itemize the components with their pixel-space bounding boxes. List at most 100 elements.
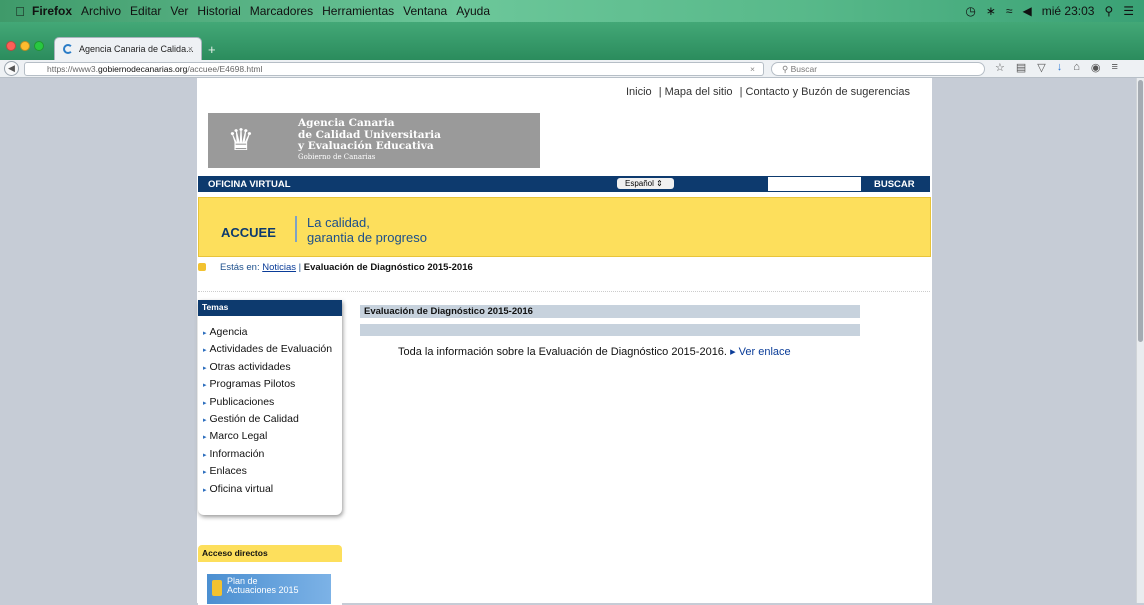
logo-line-1: Agencia Canaria (298, 117, 395, 129)
chat-icon[interactable]: ◉ (1091, 61, 1101, 74)
spotlight-icon[interactable]: ⚲ (1104, 4, 1113, 18)
menu-historial[interactable]: Historial (197, 4, 240, 18)
topics-sidebar: Temas ▸ Agencia ▸ Actividades de Evaluació… (198, 300, 342, 515)
logo-text: Agencia Canaria de Calidad Universitaria… (298, 117, 441, 153)
site-search-input[interactable] (768, 177, 861, 191)
sidebar-item-oficina[interactable]: ▸ Oficina virtual (203, 483, 342, 497)
bullet-icon: ▸ (203, 399, 207, 407)
browser-tab[interactable]: Agencia Canaria de Calida... × (54, 37, 202, 60)
book-icon (212, 580, 222, 596)
article-text: Toda la información sobre la Evaluación … (398, 346, 727, 358)
menu-herramientas[interactable]: Herramientas (322, 4, 394, 18)
page-scrollbar[interactable] (1136, 78, 1144, 603)
navigation-toolbar: ◀ https://www3. gobiernodecanarias.org/ac… (0, 60, 1144, 78)
bullet-icon: ▸ (203, 330, 207, 337)
sidebar-item-label: Agencia (209, 326, 248, 338)
url-clear-icon[interactable]: × (750, 64, 755, 74)
sidebar-item-informacion[interactable]: ▸ Información (203, 448, 342, 462)
sidebar-item-marco[interactable]: ▸ Marco Legal (203, 430, 342, 444)
language-value: Español (625, 179, 654, 188)
os-menu-bar:  Firefox Archivo Editar Ver Historial M… (0, 0, 1144, 22)
sidebar-item-label: Información (209, 447, 265, 460)
bookmark-star-icon[interactable]: ☆ (995, 61, 1005, 74)
ver-enlace-link[interactable]: ▸ Ver enlace (730, 346, 791, 358)
bullet-icon: ▸ (203, 416, 207, 424)
sidebar-item-agencia[interactable]: ▸ Agencia (203, 326, 342, 340)
breadcrumb-current: Evaluación de Diagnóstico 2015-2016 (303, 262, 473, 273)
url-path: /accuee/E4698.html (187, 64, 263, 74)
sidebar-item-label: Publicaciones (209, 395, 275, 408)
search-placeholder: Buscar (790, 64, 818, 74)
menu-ayuda[interactable]: Ayuda (456, 4, 490, 18)
header-bar: OFICINA VIRTUAL Español ⇕ BUSCAR (198, 176, 930, 192)
close-window-icon[interactable] (6, 41, 16, 51)
home-icon[interactable]: ⌂ (1073, 61, 1080, 74)
bullet-icon: ▸ (203, 451, 207, 459)
bluetooth-icon[interactable]: ∗ (986, 4, 996, 18)
dotted-divider (198, 291, 930, 292)
article-title: Evaluación de Diagnóstico 2015-2016 (360, 305, 860, 318)
browser-tools: ☆ ▤ ▽ ↓ ⌂ ◉ ≡ (995, 61, 1118, 74)
banner-divider (295, 216, 297, 242)
url-bar[interactable]: https://www3. gobiernodecanarias.org/accu… (24, 62, 764, 76)
menu-clock[interactable]: mié 23:03 (1042, 4, 1095, 18)
breadcrumb-prefix: Estás en: (220, 262, 260, 273)
sidebar-item-label: Gestión de Calidad (209, 412, 299, 425)
sidebar-item-publicaciones[interactable]: ▸ Publicaciones (203, 396, 342, 410)
apple-icon[interactable]:  (8, 4, 32, 19)
shortcuts-title: Acceso directos (198, 545, 342, 562)
slogan-banner: ACCUEE La calidad, garantia de progreso (198, 197, 931, 257)
scrollbar-thumb[interactable] (1138, 80, 1143, 342)
breadcrumb-arrow-icon (198, 263, 206, 271)
volume-icon[interactable]: ◀ (1023, 4, 1032, 18)
link-mapa-sitio[interactable]: | Mapa del sitio (659, 86, 733, 98)
bullet-icon: ▸ (203, 382, 207, 390)
new-tab-button[interactable]: + (208, 42, 216, 57)
link-label: Ver enlace (738, 346, 791, 358)
breadcrumb: Estás en: Noticias | Evaluación de Diagn… (198, 262, 473, 273)
sidebar-item-actividades[interactable]: ▸ Actividades de Evaluación (203, 343, 342, 357)
link-inicio[interactable]: Inicio (626, 86, 652, 98)
wifi-icon[interactable]: ≈ (1006, 4, 1013, 18)
reading-list-icon[interactable]: ▤ (1016, 61, 1026, 74)
search-field[interactable]: ⚲ Buscar (771, 62, 985, 76)
menu-archivo[interactable]: Archivo (81, 4, 121, 18)
zoom-window-icon[interactable] (34, 41, 44, 51)
tab-close-icon[interactable]: × (188, 44, 193, 54)
back-button[interactable]: ◀ (4, 61, 19, 76)
sidebar-item-label: Marco Legal (209, 430, 268, 443)
sidebar-item-label: Otras actividades (209, 360, 291, 373)
url-domain: gobiernodecanarias.org (98, 64, 188, 74)
logo-subtitle: Gobierno de Canarias (298, 153, 376, 161)
sidebar-item-label: Enlaces (209, 465, 247, 478)
menu-editar[interactable]: Editar (130, 4, 161, 18)
logo-line-3: y Evaluación Educativa (298, 140, 434, 152)
time-machine-icon[interactable]: ◷ (965, 4, 975, 18)
menu-app-name[interactable]: Firefox (32, 4, 72, 18)
shortcuts-panel: Acceso directos Plan de Actuaciones 2015 (198, 545, 342, 605)
bullet-icon: ▸ (203, 434, 207, 442)
menu-ver[interactable]: Ver (170, 4, 188, 18)
link-contacto[interactable]: | Contacto y Buzón de sugerencias (740, 86, 910, 98)
tab-strip: Agencia Canaria de Calida... × + (0, 22, 1144, 60)
agency-logo[interactable]: ♛ Agencia Canaria de Calidad Universitar… (208, 113, 540, 168)
menu-marcadores[interactable]: Marcadores (250, 4, 313, 18)
virtual-office-link[interactable]: OFICINA VIRTUAL (208, 179, 291, 190)
top-links: Inicio | Mapa del sitio | Contacto y Buz… (622, 86, 910, 98)
breadcrumb-link-noticias[interactable]: Noticias (262, 262, 296, 273)
hamburger-menu-icon[interactable]: ≡ (1112, 61, 1118, 74)
search-button[interactable]: BUSCAR (874, 179, 915, 190)
language-select[interactable]: Español ⇕ (617, 178, 674, 189)
sidebar-item-gestion[interactable]: ▸ Gestión de Calidad (203, 413, 342, 427)
plan-actuaciones-button[interactable]: Plan de Actuaciones 2015 (207, 574, 331, 604)
minimize-window-icon[interactable] (20, 41, 30, 51)
pocket-icon[interactable]: ▽ (1037, 61, 1045, 74)
notification-center-icon[interactable]: ☰ (1123, 4, 1134, 18)
menu-ventana[interactable]: Ventana (403, 4, 447, 18)
sidebar-item-otras[interactable]: ▸ Otras actividades (203, 361, 342, 375)
sidebar-item-programas[interactable]: ▸ Programas Pilotos (203, 378, 342, 392)
sidebar-item-enlaces[interactable]: ▸ Enlaces (203, 465, 342, 479)
tab-title: Agencia Canaria de Calida... (79, 44, 194, 54)
download-icon[interactable]: ↓ (1057, 61, 1063, 74)
sidebar-item-label: Programas Pilotos (209, 378, 296, 391)
